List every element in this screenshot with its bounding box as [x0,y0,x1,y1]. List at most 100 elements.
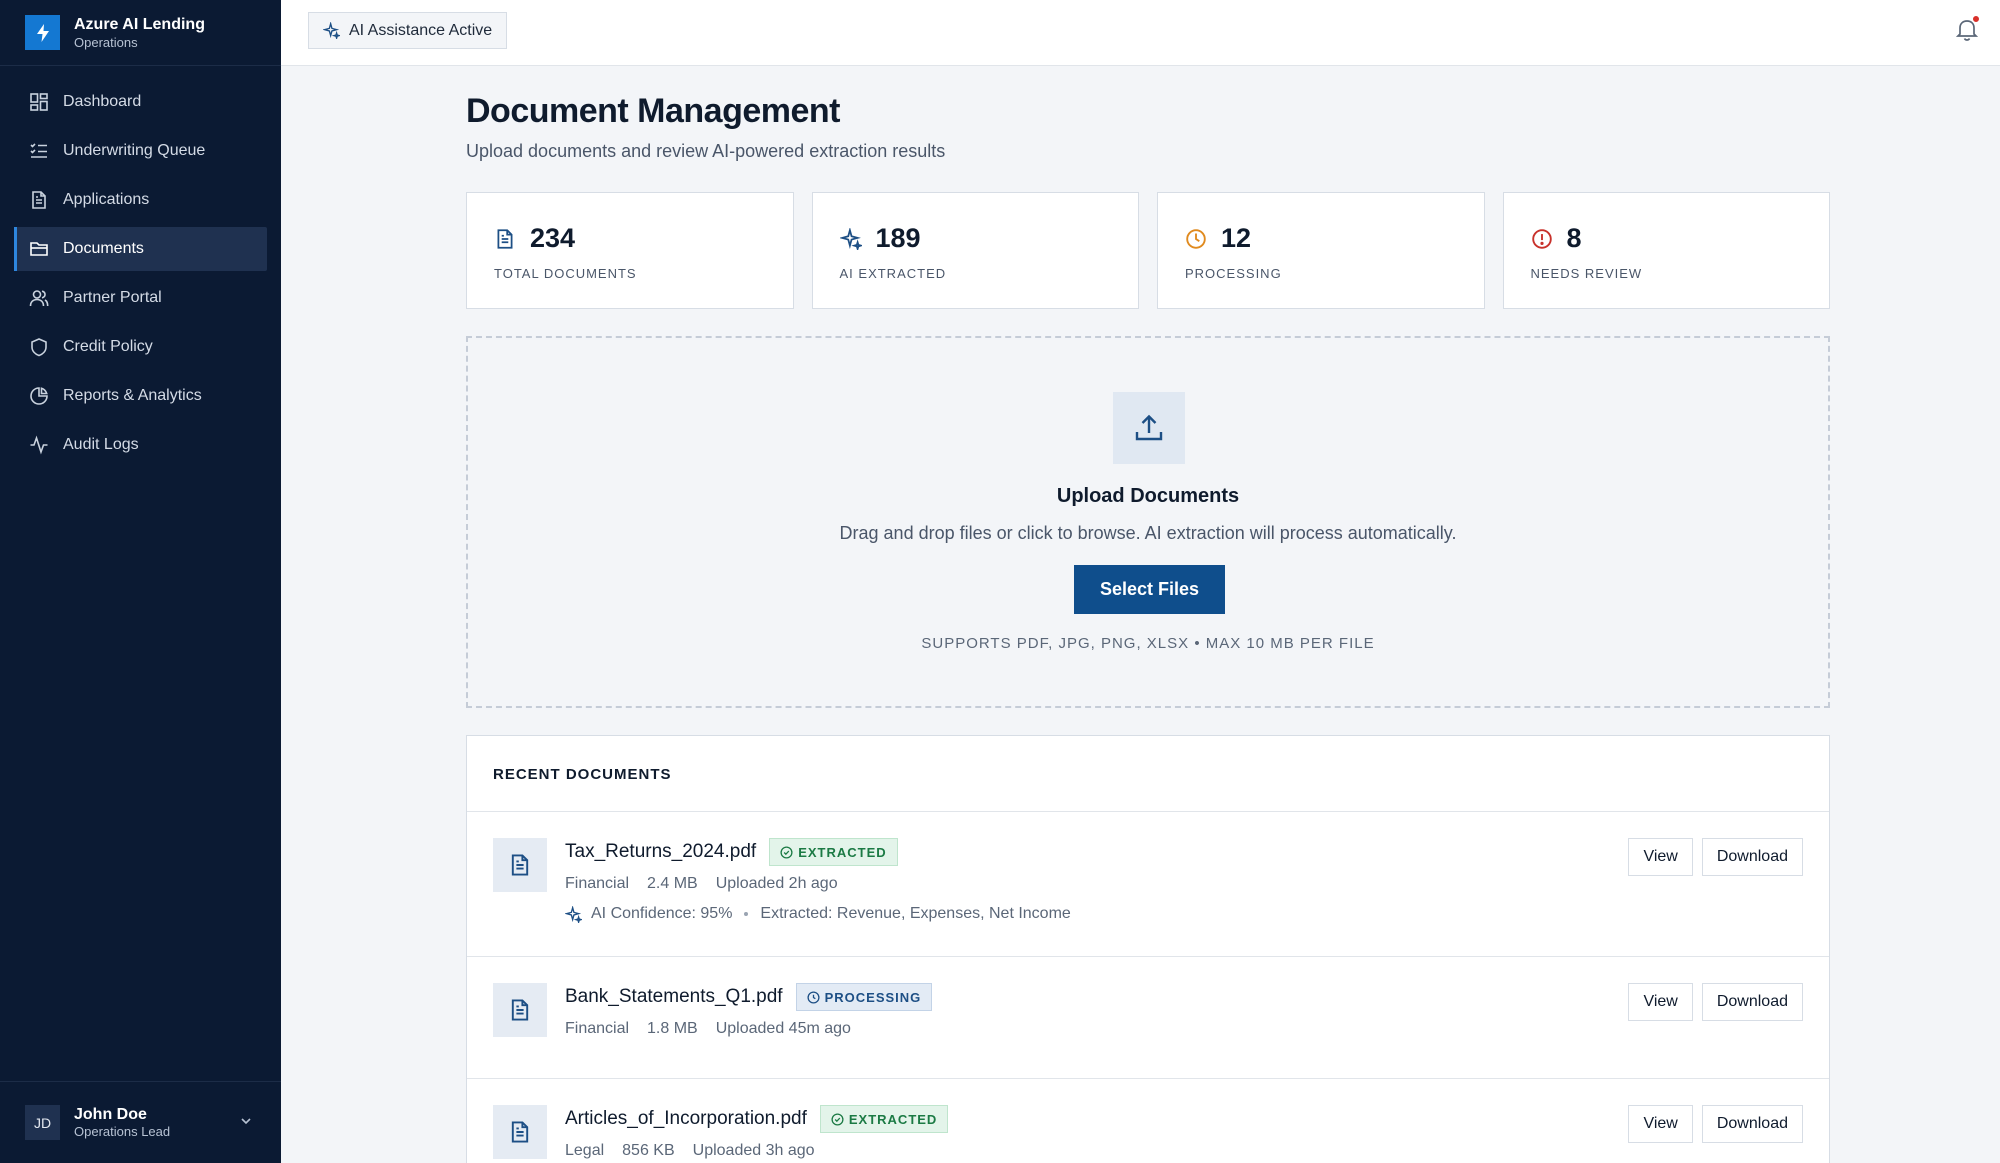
check-circle-icon [780,845,793,859]
shield-icon [28,336,50,358]
view-button[interactable]: View [1628,983,1693,1021]
document-size: 856 KB [622,1142,675,1159]
document-uploaded: Uploaded 45m ago [715,1020,851,1037]
upload-title: Upload Documents [1056,485,1240,507]
brand[interactable]: Azure AI Lending Operations [0,0,281,66]
recent-documents: RECENT DOCUMENTS Tax_Returns_2024.pdf EX… [466,735,1830,1163]
document-uploaded: Uploaded 2h ago [715,875,838,892]
sidebar-nav: Dashboard Underwriting Queue Application… [0,66,281,467]
document-name[interactable]: Tax_Returns_2024.pdf [565,841,756,863]
check-circle-icon [831,1112,844,1126]
sidebar-item-label: Applications [63,191,150,208]
sidebar-item-label: Credit Policy [63,338,153,355]
document-ai-summary: AI Confidence: 95% Extracted: Revenue, E… [565,905,1071,923]
clock-icon [1185,228,1207,250]
stat-value: 189 [875,223,921,253]
sparkle-icon [323,22,340,39]
stat-card-total-documents: 234 TOTAL DOCUMENTS [466,192,794,309]
download-button[interactable]: Download [1701,1105,1803,1143]
stat-label: PROCESSING [1185,266,1282,281]
stat-card-ai-extracted: 189 AI EXTRACTED [811,192,1139,309]
stats-row: 234 TOTAL DOCUMENTS 189 AI EXTRACTED 12 … [466,192,1830,309]
user-menu[interactable]: JD John Doe Operations Lead [0,1081,281,1163]
folder-icon [28,238,50,260]
sidebar-item-reports-analytics[interactable]: Reports & Analytics [14,374,267,418]
clock-icon [807,990,820,1004]
main-content: Document Management Upload documents and… [466,66,1830,1163]
notifications-button[interactable] [1956,15,1980,41]
document-category: Financial [565,875,630,892]
stat-label: TOTAL DOCUMENTS [494,266,637,281]
sparkle-icon [839,227,862,250]
stat-value: 12 [1221,223,1252,253]
sidebar-item-label: Reports & Analytics [63,387,202,404]
notification-dot [1972,15,1980,23]
sidebar-item-credit-policy[interactable]: Credit Policy [14,325,267,369]
sparkle-icon [565,905,582,923]
lightning-icon [25,15,60,50]
page-title: Document Management [466,92,841,130]
document-meta: Legal 856 KB Uploaded 3h ago [565,1142,948,1160]
sidebar-item-label: Audit Logs [63,436,139,453]
document-row: Bank_Statements_Q1.pdf PROCESSING Financ… [467,957,1829,1079]
sidebar-item-partner-portal[interactable]: Partner Portal [14,276,267,320]
upload-supported-formats: SUPPORTS PDF, JPG, PNG, XLSX • MAX 10 MB… [921,635,1375,652]
stat-value: 8 [1566,223,1582,253]
document-category: Legal [565,1142,605,1159]
document-name[interactable]: Bank_Statements_Q1.pdf [565,986,783,1008]
activity-icon [28,434,50,456]
file-icon [493,1105,547,1159]
chevron-down-icon[interactable] [239,1114,253,1128]
dashboard-icon [28,91,50,113]
file-icon [28,189,50,211]
document-name[interactable]: Articles_of_Incorporation.pdf [565,1108,807,1130]
recent-documents-heading: RECENT DOCUMENTS [467,736,1829,812]
stat-value: 234 [530,223,576,253]
sidebar: Azure AI Lending Operations Dashboard Un… [0,0,281,1163]
document-category: Financial [565,1020,630,1037]
status-badge: PROCESSING [795,983,933,1011]
sidebar-item-label: Dashboard [63,93,142,110]
file-icon [493,838,547,892]
upload-description: Drag and drop files or click to browse. … [839,523,1457,543]
sidebar-item-label: Underwriting Queue [63,142,206,159]
status-label: EXTRACTED [798,844,887,860]
status-badge: EXTRACTED [819,1105,949,1133]
app-title: Azure AI Lending [74,15,205,33]
extracted-fields: Extracted: Revenue, Expenses, Net Income [760,905,1071,922]
page-subtitle: Upload documents and review AI-powered e… [466,141,946,161]
ai-status-label: AI Assistance Active [349,21,493,39]
app-subtitle: Operations [74,34,138,50]
document-row: Articles_of_Incorporation.pdf EXTRACTED … [467,1079,1829,1163]
sidebar-item-label: Documents [63,240,144,257]
upload-dropzone[interactable]: Upload Documents Drag and drop files or … [466,336,1830,708]
sidebar-item-underwriting-queue[interactable]: Underwriting Queue [14,129,267,173]
stat-card-processing: 12 PROCESSING [1157,192,1485,309]
view-button[interactable]: View [1628,838,1693,876]
sidebar-item-documents[interactable]: Documents [14,227,267,271]
ai-status-badge[interactable]: AI Assistance Active [308,12,508,49]
document-size: 1.8 MB [647,1020,698,1037]
document-uploaded: Uploaded 3h ago [692,1142,815,1159]
download-button[interactable]: Download [1701,838,1803,876]
alert-icon [1531,228,1553,250]
list-check-icon [28,140,50,162]
select-files-button[interactable]: Select Files [1074,565,1225,614]
separator-dot [744,912,749,916]
status-label: PROCESSING [824,989,922,1005]
document-meta: Financial 1.8 MB Uploaded 45m ago [565,1020,932,1038]
file-icon [493,983,547,1037]
sidebar-item-applications[interactable]: Applications [14,178,267,222]
avatar: JD [25,1105,60,1140]
topbar: AI Assistance Active [281,0,2000,66]
ai-confidence: AI Confidence: 95% [591,905,733,922]
sidebar-item-dashboard[interactable]: Dashboard [14,80,267,124]
stat-card-needs-review: 8 NEEDS REVIEW [1502,192,1830,309]
user-role: Operations Lead [74,1124,171,1139]
status-label: EXTRACTED [848,1111,938,1127]
document-size: 2.4 MB [647,875,698,892]
download-button[interactable]: Download [1701,983,1803,1021]
view-button[interactable]: View [1628,1105,1693,1143]
sidebar-item-audit-logs[interactable]: Audit Logs [14,423,267,467]
stat-label: NEEDS REVIEW [1530,266,1643,281]
